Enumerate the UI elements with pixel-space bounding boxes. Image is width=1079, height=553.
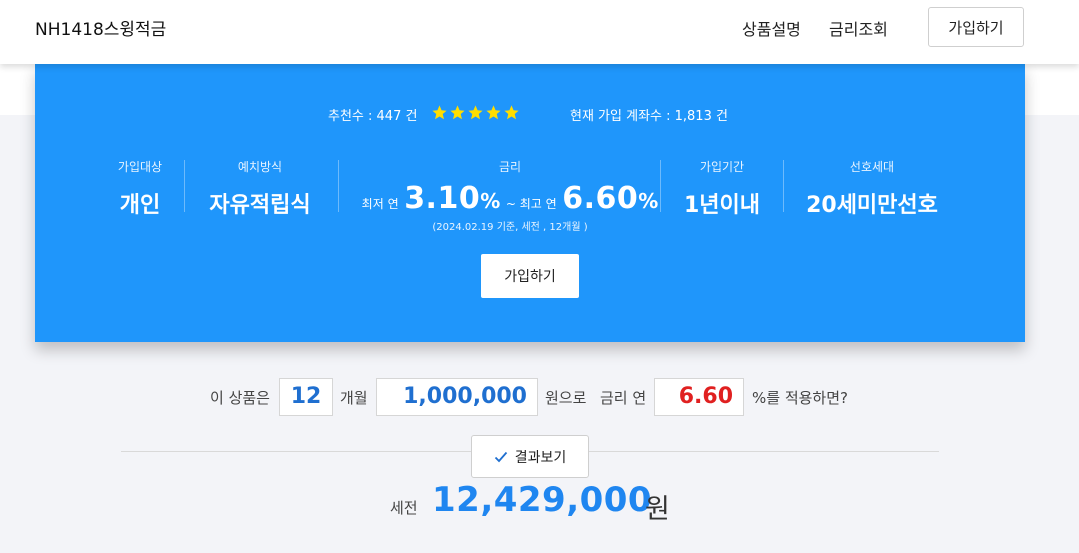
header-join-button[interactable]: 가입하기 [928, 7, 1024, 47]
hero-join-button[interactable]: 가입하기 [481, 254, 579, 298]
check-icon [494, 451, 507, 462]
calc-months-unit: 개월 [340, 389, 368, 407]
info-deposit-method-value: 자유적립식 [209, 193, 311, 218]
calc-intro-text: 이 상품은 [210, 389, 270, 407]
star-icon [504, 105, 519, 120]
info-interest-rate: 금리 최저 연 3.10% ~ 최고 연 6.60% (2024.02.19 기… [355, 158, 665, 233]
info-preferred-age-label: 선호세대 [849, 160, 895, 174]
column-divider [783, 160, 784, 212]
result-amount: 12,429,000 [432, 480, 653, 520]
rate-max-prefix: ~ 최고 연 [505, 197, 557, 211]
rate-range: 최저 연 3.10% ~ 최고 연 6.60% [355, 181, 665, 216]
rate-min-pct: % [480, 189, 501, 213]
result-tax-label: 세전 [390, 499, 418, 517]
calc-amount-unit: 원으로 [545, 389, 587, 407]
star-icon [432, 105, 447, 120]
show-result-label: 결과보기 [514, 449, 567, 466]
show-result-button[interactable]: 결과보기 [471, 435, 589, 478]
star-icon [450, 105, 465, 120]
star-icon [468, 105, 483, 120]
rate-min-prefix: 최저 연 [361, 197, 399, 211]
column-divider [660, 160, 661, 212]
info-period-label: 가입기간 [699, 160, 745, 174]
site-header: NH1418스윙적금 상품설명 금리조회 가입하기 [0, 0, 1079, 64]
current-account-count: 현재 가입 계좌수 : 1,813 건 [570, 109, 728, 124]
info-target-label: 가입대상 [117, 160, 163, 174]
rate-max-value: 6.60 [562, 181, 639, 216]
nav-rate-inquiry[interactable]: 금리조회 [829, 16, 888, 40]
info-preferred-age-value: 20세미만선호 [806, 193, 938, 218]
column-divider [338, 160, 339, 212]
calc-apply-text: %를 적용하면? [752, 389, 848, 407]
info-rate-label: 금리 [498, 160, 522, 174]
info-deposit-method-label: 예치방식 [237, 160, 283, 174]
info-target-value: 개인 [119, 193, 161, 218]
rate-min-value: 3.10 [404, 181, 481, 216]
rate-basis-note: (2024.02.19 기준, 세전 , 12개월 ) [432, 222, 588, 233]
months-input[interactable]: 12 [279, 378, 333, 416]
recommend-count: 추천수 : 447 건 [328, 109, 418, 124]
info-preferred-age: 선호세대 20세미만선호 [797, 158, 947, 219]
info-period-value: 1년이내 [683, 193, 761, 218]
info-deposit-method: 예치방식 자유적립식 [200, 158, 320, 219]
rate-input[interactable]: 6.60 [654, 378, 744, 416]
result-unit: 원 [645, 494, 670, 525]
nav-product-description[interactable]: 상품설명 [742, 16, 801, 40]
calc-rate-label: 금리 연 [600, 389, 647, 407]
product-summary-panel: 추천수 : 447 건 현재 가입 계좌수 : 1,813 건 가입대상 개인 … [35, 64, 1025, 342]
info-period: 가입기간 1년이내 [675, 158, 769, 219]
rate-max-pct: % [638, 189, 659, 213]
amount-input[interactable]: 1,000,000 [376, 378, 538, 416]
info-target: 가입대상 개인 [110, 158, 170, 219]
column-divider [184, 160, 185, 212]
brand-title[interactable]: NH1418스윙적금 [35, 15, 166, 40]
rating-stars [431, 104, 520, 121]
star-icon [486, 105, 501, 120]
